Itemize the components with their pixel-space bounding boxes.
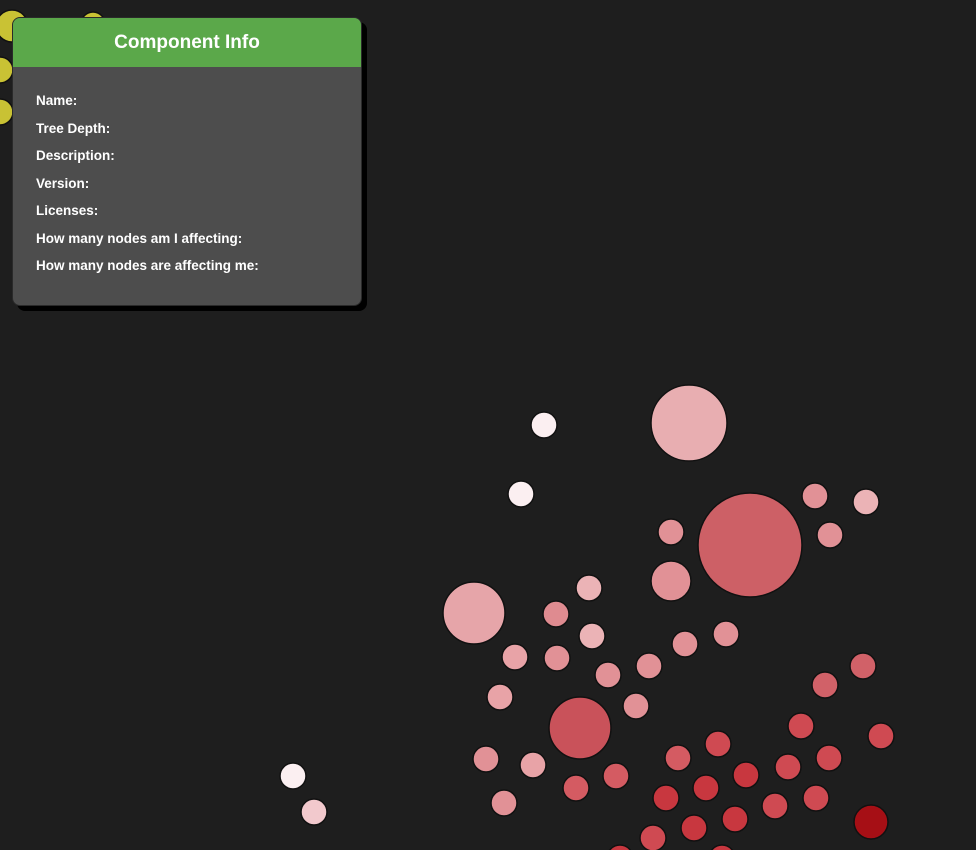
panel-title: Component Info	[13, 18, 361, 67]
graph-node-30[interactable]	[472, 745, 500, 773]
field-version-label: Version:	[36, 175, 90, 191]
graph-node-38[interactable]	[704, 730, 732, 758]
graph-node-29[interactable]	[622, 692, 650, 720]
graph-node-16[interactable]	[816, 521, 844, 549]
graph-node-15[interactable]	[852, 488, 880, 516]
graph-node-12[interactable]	[548, 696, 612, 760]
graph-node-19[interactable]	[575, 574, 603, 602]
graph-node-24[interactable]	[635, 652, 663, 680]
graph-node-49[interactable]	[680, 814, 708, 842]
field-tree-depth: Tree Depth:	[36, 120, 338, 148]
graph-node-13[interactable]	[853, 804, 889, 840]
graph-node-37[interactable]	[664, 744, 692, 772]
graph-node-23[interactable]	[671, 630, 699, 658]
graph-node-50[interactable]	[639, 824, 667, 850]
field-tree-depth-label: Tree Depth:	[36, 120, 111, 136]
graph-node-22[interactable]	[712, 620, 740, 648]
graph-node-36[interactable]	[867, 722, 895, 750]
graph-node-46[interactable]	[802, 784, 830, 812]
graph-node-17[interactable]	[657, 518, 685, 546]
component-info-panel: Component Info Name: Tree Depth: Descrip…	[12, 17, 362, 306]
field-name: Name:	[36, 92, 338, 120]
field-name-label: Name:	[36, 93, 78, 108]
graph-node-41[interactable]	[732, 761, 760, 789]
graph-node-44[interactable]	[692, 774, 720, 802]
field-affecting-count: How many nodes am I affecting:	[36, 230, 338, 258]
graph-node-20[interactable]	[542, 600, 570, 628]
graph-node-7[interactable]	[279, 762, 307, 790]
graph-node-32[interactable]	[490, 789, 518, 817]
graph-node-25[interactable]	[501, 643, 529, 671]
graph-node-51[interactable]	[709, 844, 735, 850]
field-licenses: Licenses:	[36, 202, 338, 230]
graph-node-35[interactable]	[787, 712, 815, 740]
graph-node-42[interactable]	[602, 762, 630, 790]
field-version: Version:	[36, 175, 338, 203]
graph-node-33[interactable]	[849, 652, 877, 680]
graph-node-31[interactable]	[519, 751, 547, 779]
graph-node-6[interactable]	[507, 480, 535, 508]
graph-node-52[interactable]	[607, 844, 633, 850]
graph-node-45[interactable]	[652, 784, 680, 812]
field-description-label: Description:	[36, 148, 115, 163]
graph-node-9[interactable]	[650, 384, 728, 462]
field-affected-by-count-label: How many nodes are affecting me:	[36, 258, 259, 273]
graph-node-8[interactable]	[300, 798, 328, 826]
graph-node-48[interactable]	[721, 805, 749, 833]
field-affecting-count-label: How many nodes am I affecting:	[36, 230, 243, 246]
graph-node-21[interactable]	[578, 622, 606, 650]
graph-node-18[interactable]	[650, 560, 692, 602]
graph-node-34[interactable]	[811, 671, 839, 699]
graph-node-28[interactable]	[486, 683, 514, 711]
graph-node-11[interactable]	[442, 581, 506, 645]
graph-node-43[interactable]	[562, 774, 590, 802]
graph-node-39[interactable]	[815, 744, 843, 772]
field-description: Description:	[36, 147, 338, 175]
field-affected-by-count: How many nodes are affecting me:	[36, 257, 338, 285]
graph-node-47[interactable]	[761, 792, 789, 820]
graph-node-40[interactable]	[774, 753, 802, 781]
graph-node-10[interactable]	[697, 492, 803, 598]
graph-node-5[interactable]	[530, 411, 558, 439]
graph-node-14[interactable]	[801, 482, 829, 510]
field-licenses-label: Licenses:	[36, 203, 99, 218]
panel-body: Name: Tree Depth: Description: Version: …	[13, 67, 361, 285]
graph-node-27[interactable]	[594, 661, 622, 689]
graph-node-26[interactable]	[543, 644, 571, 672]
